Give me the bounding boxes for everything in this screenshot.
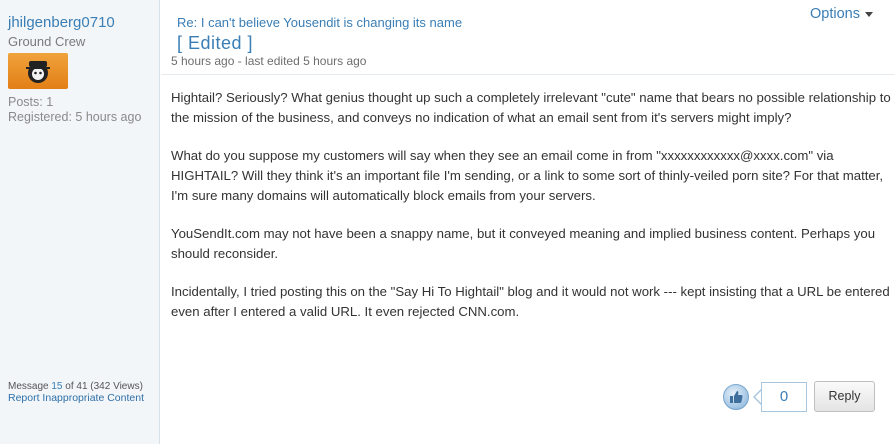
post-main: Re: I can't believe Yousendit is changin… <box>161 0 895 444</box>
report-inappropriate-link[interactable]: Report Inappropriate Content <box>8 392 144 404</box>
post-timestamp: 5 hours ago - last edited 5 hours ago <box>171 54 367 68</box>
author-registered: Registered: 5 hours ago <box>8 110 142 124</box>
thumbs-up-glyph <box>730 391 743 403</box>
message-of-total: of 41 <box>62 381 88 392</box>
thumbs-up-icon[interactable] <box>723 384 749 410</box>
avatar-icon <box>26 61 50 83</box>
chevron-down-icon <box>865 11 873 17</box>
options-menu[interactable]: Options <box>810 6 873 22</box>
author-rank: Ground Crew <box>8 34 86 49</box>
author-post-count: Posts: 1 <box>8 95 54 109</box>
message-number[interactable]: 15 <box>51 381 62 392</box>
edited-label[interactable]: [ Edited ] <box>177 33 253 54</box>
post-paragraph: YouSendIt.com may not have been a snappy… <box>171 226 876 261</box>
reply-button[interactable]: Reply <box>814 381 875 412</box>
kudos-widget: 0 <box>723 382 807 412</box>
avatar[interactable] <box>8 53 68 89</box>
post-paragraph: Hightail? Seriously? What genius thought… <box>171 90 891 125</box>
post-body: Hightail? Seriously? What genius thought… <box>171 88 895 340</box>
post-paragraph: Incidentally, I tried posting this on th… <box>171 284 890 319</box>
options-label: Options <box>810 6 860 22</box>
message-prefix: Message <box>8 381 52 392</box>
message-position: Message 15 of 41 (342 Views) <box>8 381 143 392</box>
message-views: (342 Views) <box>87 381 143 392</box>
author-username[interactable]: jhilgenberg0710 <box>8 14 115 31</box>
post-paragraph: What do you suppose my customers will sa… <box>171 148 884 203</box>
post-subject[interactable]: Re: I can't believe Yousendit is changin… <box>177 15 462 30</box>
kudos-count[interactable]: 0 <box>761 382 807 412</box>
header-divider <box>161 74 895 75</box>
author-sidebar: jhilgenberg0710 Ground Crew Posts: 1 Reg… <box>0 0 160 444</box>
